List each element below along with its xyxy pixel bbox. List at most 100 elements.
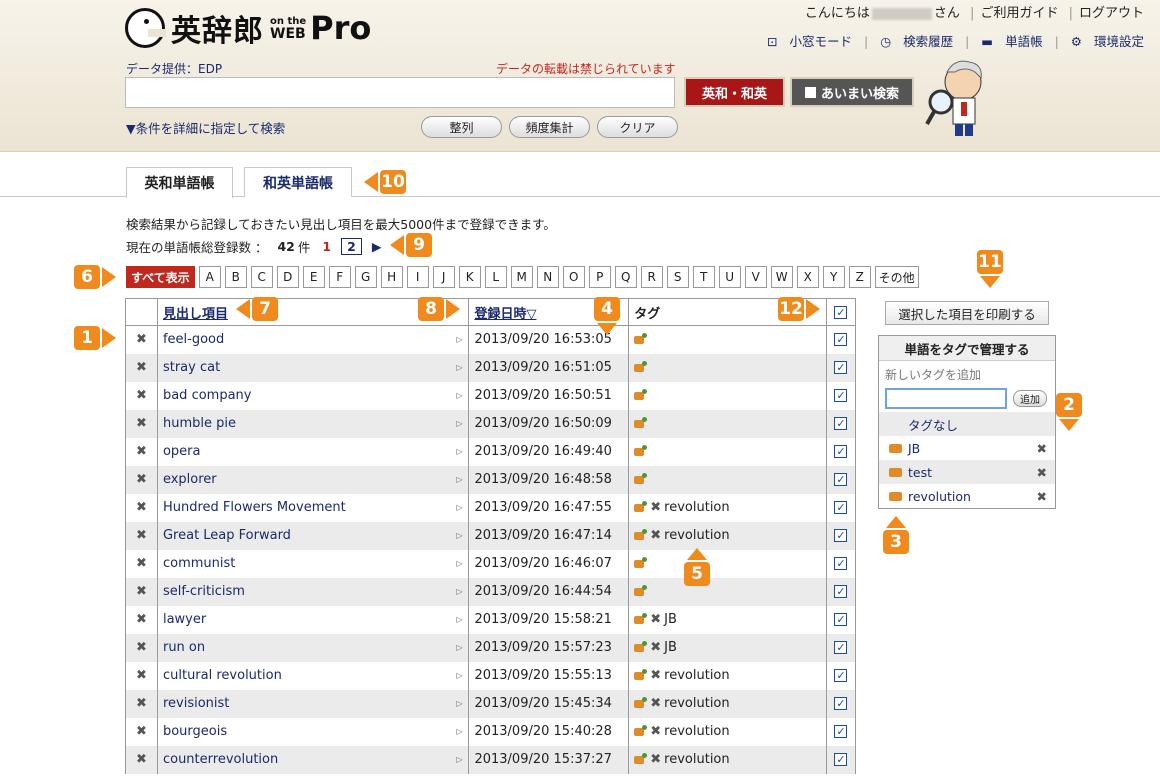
letter-s[interactable]: S: [666, 266, 689, 288]
row-word[interactable]: revisionist: [163, 696, 229, 711]
add-tag-icon[interactable]: [634, 752, 648, 764]
remove-tag-icon[interactable]: ✖: [650, 724, 661, 739]
delete-icon[interactable]: ✖: [136, 724, 147, 739]
row-word[interactable]: run on: [163, 640, 205, 655]
delete-tag-icon[interactable]: ✖: [1037, 465, 1047, 480]
letter-d[interactable]: D: [276, 266, 299, 288]
guide-link[interactable]: ご利用ガイド: [980, 6, 1058, 21]
remove-tag-icon[interactable]: ✖: [650, 612, 661, 627]
expand-icon[interactable]: ▷: [456, 363, 462, 372]
row-checkbox[interactable]: ✓: [834, 361, 848, 374]
expand-icon[interactable]: ▷: [456, 587, 462, 596]
page-1[interactable]: 1: [322, 239, 331, 254]
row-word[interactable]: bourgeois: [163, 724, 227, 739]
search-input[interactable]: [125, 77, 675, 108]
row-checkbox[interactable]: ✓: [834, 613, 848, 626]
letter-z[interactable]: Z: [848, 266, 871, 288]
clear-button[interactable]: クリア: [597, 116, 678, 138]
detail-search-link[interactable]: ▼条件を詳細に指定して検索: [126, 118, 285, 137]
delete-icon[interactable]: ✖: [136, 556, 147, 571]
history-link[interactable]: ◷ 検索履歴: [880, 34, 953, 49]
remove-tag-icon[interactable]: ✖: [650, 500, 661, 515]
letter-t[interactable]: T: [692, 266, 715, 288]
wordbook-link[interactable]: ▬ 単語帳: [981, 34, 1042, 49]
add-tag-button[interactable]: 追加: [1013, 390, 1047, 407]
tag-none[interactable]: タグなし: [879, 412, 1055, 436]
delete-icon[interactable]: ✖: [136, 416, 147, 431]
logout-link[interactable]: ログアウト: [1079, 6, 1144, 21]
expand-icon[interactable]: ▷: [456, 419, 462, 428]
expand-icon[interactable]: ▷: [456, 531, 462, 540]
add-tag-icon[interactable]: [634, 640, 648, 652]
row-checkbox[interactable]: ✓: [834, 445, 848, 458]
delete-tag-icon[interactable]: ✖: [1037, 489, 1047, 504]
eiwa-waei-search-button[interactable]: 英和・和英: [684, 77, 785, 107]
sort-button[interactable]: 整列: [421, 116, 502, 138]
remove-tag-icon[interactable]: ✖: [650, 528, 661, 543]
new-tag-input[interactable]: [885, 388, 1007, 409]
row-word[interactable]: Great Leap Forward: [163, 528, 291, 543]
row-word[interactable]: counterrevolution: [163, 752, 278, 767]
add-tag-icon[interactable]: [634, 584, 648, 596]
letter-e[interactable]: E: [302, 266, 325, 288]
row-checkbox[interactable]: ✓: [834, 669, 848, 682]
expand-icon[interactable]: ▷: [456, 335, 462, 344]
remove-tag-icon[interactable]: ✖: [650, 640, 661, 655]
letter-v[interactable]: V: [744, 266, 767, 288]
logo[interactable]: 英辞郎 on the WEB Pro: [125, 6, 371, 50]
row-word[interactable]: stray cat: [163, 360, 220, 375]
row-checkbox[interactable]: ✓: [834, 725, 848, 738]
expand-icon[interactable]: ▷: [456, 727, 462, 736]
expand-icon[interactable]: ▷: [456, 755, 462, 764]
row-checkbox[interactable]: ✓: [834, 753, 848, 766]
delete-icon[interactable]: ✖: [136, 500, 147, 515]
show-all-button[interactable]: すべて表示: [126, 266, 195, 288]
row-word[interactable]: lawyer: [163, 612, 206, 627]
add-tag-icon[interactable]: [634, 388, 648, 400]
expand-icon[interactable]: ▷: [456, 615, 462, 624]
letter-l[interactable]: L: [484, 266, 507, 288]
row-word[interactable]: explorer: [163, 472, 217, 487]
row-word[interactable]: Hundred Flowers Movement: [163, 500, 346, 515]
add-tag-icon[interactable]: [634, 696, 648, 708]
letter-q[interactable]: Q: [614, 266, 637, 288]
row-checkbox[interactable]: ✓: [834, 641, 848, 654]
letter-n[interactable]: N: [536, 266, 559, 288]
row-checkbox[interactable]: ✓: [834, 585, 848, 598]
letter-a[interactable]: A: [198, 266, 221, 288]
row-checkbox[interactable]: ✓: [834, 473, 848, 486]
add-tag-icon[interactable]: [634, 416, 648, 428]
expand-icon[interactable]: ▷: [456, 559, 462, 568]
letter-h[interactable]: H: [380, 266, 403, 288]
add-tag-icon[interactable]: [634, 332, 648, 344]
letter-k[interactable]: K: [458, 266, 481, 288]
add-tag-icon[interactable]: [634, 472, 648, 484]
tag-item[interactable]: revolution ✖: [879, 484, 1055, 508]
letter-o[interactable]: O: [562, 266, 585, 288]
remove-tag-icon[interactable]: ✖: [650, 668, 661, 683]
remove-tag-icon[interactable]: ✖: [650, 752, 661, 767]
delete-icon[interactable]: ✖: [136, 332, 147, 347]
delete-tag-icon[interactable]: ✖: [1037, 441, 1047, 456]
fuzzy-checkbox[interactable]: [804, 86, 816, 98]
expand-icon[interactable]: ▷: [456, 671, 462, 680]
letter-u[interactable]: U: [718, 266, 741, 288]
row-checkbox[interactable]: ✓: [834, 333, 848, 347]
add-tag-icon[interactable]: [634, 444, 648, 456]
letter-other[interactable]: その他: [874, 266, 919, 288]
print-selected-button[interactable]: 選択した項目を印刷する: [885, 301, 1049, 325]
row-word[interactable]: opera: [163, 444, 201, 459]
delete-icon[interactable]: ✖: [136, 612, 147, 627]
row-word[interactable]: humble pie: [163, 416, 236, 431]
tab-eiwa[interactable]: 英和単語帳: [126, 167, 233, 198]
add-tag-icon[interactable]: [634, 500, 648, 512]
letter-b[interactable]: B: [224, 266, 247, 288]
expand-icon[interactable]: ▷: [456, 391, 462, 400]
expand-icon[interactable]: ▷: [456, 699, 462, 708]
add-tag-icon[interactable]: [634, 556, 648, 568]
row-word[interactable]: bad company: [163, 388, 252, 403]
expand-icon[interactable]: ▷: [456, 447, 462, 456]
delete-icon[interactable]: ✖: [136, 584, 147, 599]
letter-p[interactable]: P: [588, 266, 611, 288]
letter-j[interactable]: J: [432, 266, 455, 288]
